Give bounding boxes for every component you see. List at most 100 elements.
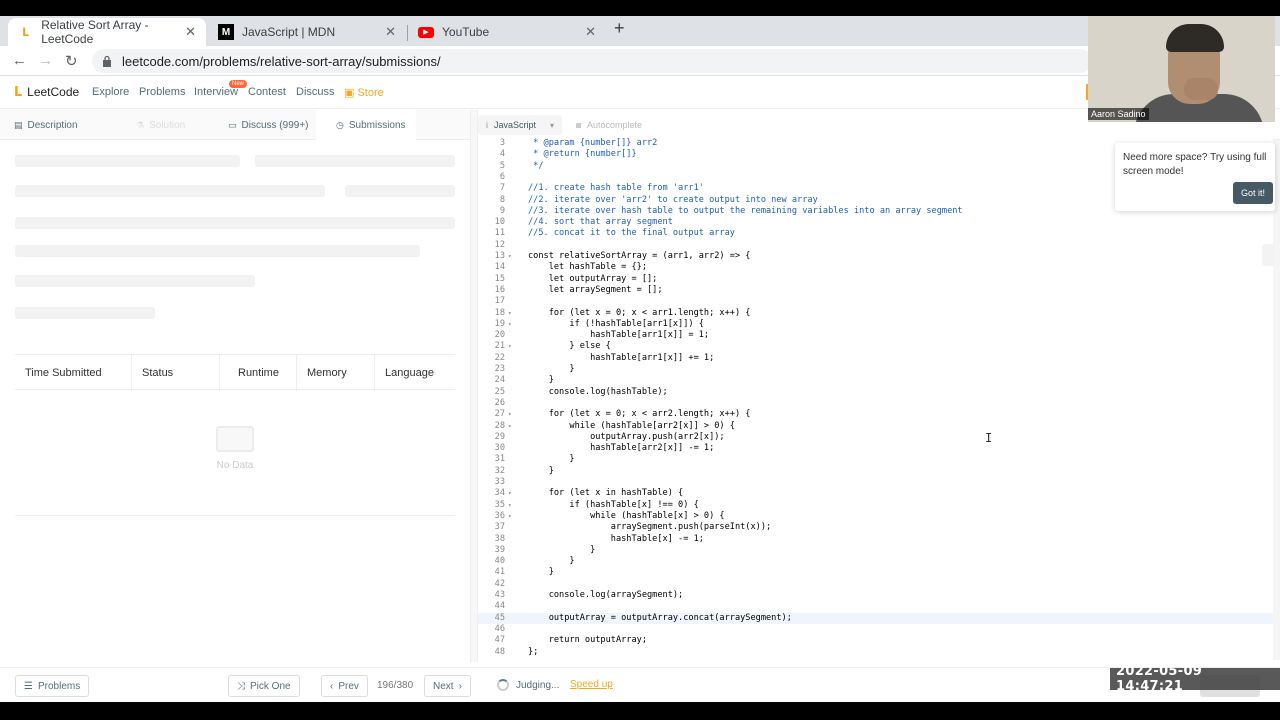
code-line[interactable]: 21 ▾ } else { <box>478 341 1273 352</box>
nav-discuss[interactable]: Discuss <box>296 86 335 98</box>
code-line[interactable]: 43 console.log(arraySegment); <box>478 590 1273 601</box>
placeholder-bar <box>255 155 455 167</box>
code-line[interactable]: 44 <box>478 601 1273 612</box>
code-line[interactable]: 29 outputArray.push(arr2[x]); <box>478 432 1273 443</box>
fold-arrow-icon[interactable]: ▾ <box>508 319 512 330</box>
tab-description[interactable]: ▤ Description <box>14 110 78 140</box>
browser-tab-mdn[interactable]: M JavaScript | MDN ✕ <box>208 18 406 46</box>
spinner-icon <box>497 679 509 691</box>
code-line[interactable]: 15 let outputArray = []; <box>478 274 1273 285</box>
code-line[interactable]: 32 } <box>478 466 1273 477</box>
nav-problems[interactable]: Problems <box>139 86 185 98</box>
problems-button[interactable]: ☰ Problems <box>15 675 90 697</box>
next-button[interactable]: Next › <box>424 675 471 697</box>
code-line[interactable]: 10 //4. sort that array segment <box>478 217 1273 228</box>
got-it-button[interactable]: Got it! <box>1233 182 1273 204</box>
fold-arrow-icon[interactable]: ▾ <box>508 251 512 262</box>
col-memory[interactable]: Memory <box>297 355 375 391</box>
code-line[interactable]: 23 } <box>478 364 1273 375</box>
pick-one-button[interactable]: ⤨ Pick One <box>228 675 300 697</box>
fold-arrow-icon[interactable]: ▾ <box>508 421 512 432</box>
back-arrow-icon[interactable]: ← <box>12 52 27 69</box>
code-line[interactable]: 30 hashTable[arr2[x]] -= 1; <box>478 443 1273 454</box>
close-icon[interactable]: ✕ <box>585 24 596 40</box>
tip-text: Need more space? Try using full screen m… <box>1123 152 1267 177</box>
code-line[interactable]: 47 return outputArray; <box>478 635 1273 646</box>
code-line[interactable]: 22 hashTable[arr1[x]] += 1; <box>478 353 1273 364</box>
code-line[interactable]: 41 } <box>478 567 1273 578</box>
url-text: leetcode.com/problems/relative-sort-arra… <box>122 53 441 69</box>
code-line[interactable]: 45 outputArray = outputArray.concat(arra… <box>478 612 1273 624</box>
code-line[interactable]: 46 <box>478 624 1273 635</box>
editor-scrollbar[interactable] <box>1273 140 1280 660</box>
nav-explore[interactable]: Explore <box>92 86 129 98</box>
code-line[interactable]: 26 <box>478 398 1273 409</box>
autocomplete-toggle[interactable]: Autocomplete <box>576 120 642 130</box>
close-icon[interactable]: ✕ <box>385 24 396 40</box>
code-text: hashTable[x] -= 1; <box>528 533 704 544</box>
fold-arrow-icon[interactable]: ▾ <box>508 341 512 352</box>
fold-arrow-icon[interactable]: ▾ <box>508 488 512 499</box>
mdn-icon: M <box>218 24 234 40</box>
col-runtime[interactable]: Runtime <box>220 355 297 391</box>
code-line[interactable]: 28 ▾ while (hashTable[arr2[x]] > 0) { <box>478 421 1273 432</box>
code-line[interactable]: 16 let arraySegment = []; <box>478 285 1273 296</box>
feedback-tab[interactable] <box>1262 244 1274 266</box>
code-line[interactable]: 12 <box>478 240 1273 251</box>
close-icon[interactable]: ✕ <box>185 24 196 40</box>
leetcode-logo[interactable]: ᒪ LeetCode <box>14 84 79 100</box>
nav-store[interactable]: ▣ Store <box>344 86 384 99</box>
code-line[interactable]: 14 let hashTable = {}; <box>478 262 1273 273</box>
code-line[interactable]: 36 ▾ while (hashTable[x] > 0) { <box>478 511 1273 522</box>
new-tab-icon[interactable]: + <box>614 18 625 39</box>
code-line[interactable]: 42 <box>478 579 1273 590</box>
browser-tab-leetcode[interactable]: ᒪ Relative Sort Array - LeetCode ✕ <box>8 18 206 46</box>
tab-discuss[interactable]: ▭ Discuss (999+) <box>228 110 308 140</box>
reload-icon[interactable]: ↻ <box>65 52 78 70</box>
speed-up-link[interactable]: Speed up <box>570 679 613 690</box>
code-line[interactable]: 38 hashTable[x] -= 1; <box>478 534 1273 545</box>
code-line[interactable]: 37 arraySegment.push(parseInt(x)); <box>478 522 1273 533</box>
code-editor[interactable]: 3 * @param {number[]} arr2 4 * @return {n… <box>478 138 1273 660</box>
fold-arrow-icon[interactable]: ▾ <box>508 409 512 420</box>
code-line[interactable]: 18 ▾ for (let x = 0; x < arr1.length; x++… <box>478 308 1273 319</box>
panel-resize-handle[interactable] <box>470 110 478 662</box>
code-line[interactable]: 40 } <box>478 556 1273 567</box>
code-line[interactable]: 25 console.log(hashTable); <box>478 387 1273 398</box>
code-text: //5. concat it to the final output array <box>528 228 735 239</box>
judging-label: Judging... <box>516 679 560 691</box>
col-language[interactable]: Language <box>375 355 455 391</box>
fold-arrow-icon[interactable]: ▾ <box>508 308 512 319</box>
browser-tab-youtube[interactable]: ▶ YouTube ✕ <box>408 18 606 46</box>
prev-button[interactable]: ‹ Prev <box>321 675 368 697</box>
code-line[interactable]: 20 hashTable[arr1[x]] = 1; <box>478 330 1273 341</box>
code-line[interactable]: 27 ▾ for (let x = 0; x < arr2.length; x++… <box>478 409 1273 420</box>
code-line[interactable]: 24 } <box>478 375 1273 386</box>
forward-arrow-icon[interactable]: → <box>38 52 53 69</box>
letterbox-bottom <box>0 702 1280 720</box>
code-line[interactable]: 39 } <box>478 545 1273 556</box>
tab-submissions[interactable]: ◷ Submissions <box>316 110 416 141</box>
col-status[interactable]: Status <box>132 355 220 391</box>
code-line[interactable]: 11 //5. concat it to the final output arr… <box>478 228 1273 239</box>
nav-contest[interactable]: Contest <box>248 86 286 98</box>
language-select[interactable]: i JavaScript ▾ <box>478 115 562 135</box>
fold-arrow-icon[interactable]: ▾ <box>508 500 512 511</box>
code-line[interactable]: 19 ▾ if (!hashTable[arr1[x]]) { <box>478 319 1273 330</box>
code-line[interactable]: 13 ▾ const relativeSortArray = (arr1, arr2… <box>478 251 1273 262</box>
code-line[interactable]: 17 <box>478 296 1273 307</box>
placeholder-bar <box>15 185 325 197</box>
code-text: } else { <box>528 341 611 352</box>
code-line[interactable]: 31 } <box>478 454 1273 465</box>
problem-panel-tabs: ▤ Description ⚗ Solution ▭ Discuss (999+) ◷… <box>0 110 470 141</box>
col-time-submitted[interactable]: Time Submitted <box>15 355 132 391</box>
code-line[interactable]: 34 ▾ for (let x in hashTable) { <box>478 488 1273 499</box>
webcam-person-hand <box>1184 78 1218 100</box>
tab-solution[interactable]: ⚗ Solution <box>136 110 185 140</box>
code-line[interactable]: 35 ▾ if (hashTable[x] !== 0) { <box>478 500 1273 511</box>
fold-arrow-icon[interactable]: ▾ <box>508 511 512 522</box>
code-text: //3. iterate over hash table to output t… <box>528 205 963 216</box>
code-line[interactable]: 48}; <box>478 647 1273 658</box>
code-line[interactable]: 33 <box>478 477 1273 488</box>
address-bar[interactable]: leetcode.com/problems/relative-sort-arra… <box>92 49 1092 73</box>
